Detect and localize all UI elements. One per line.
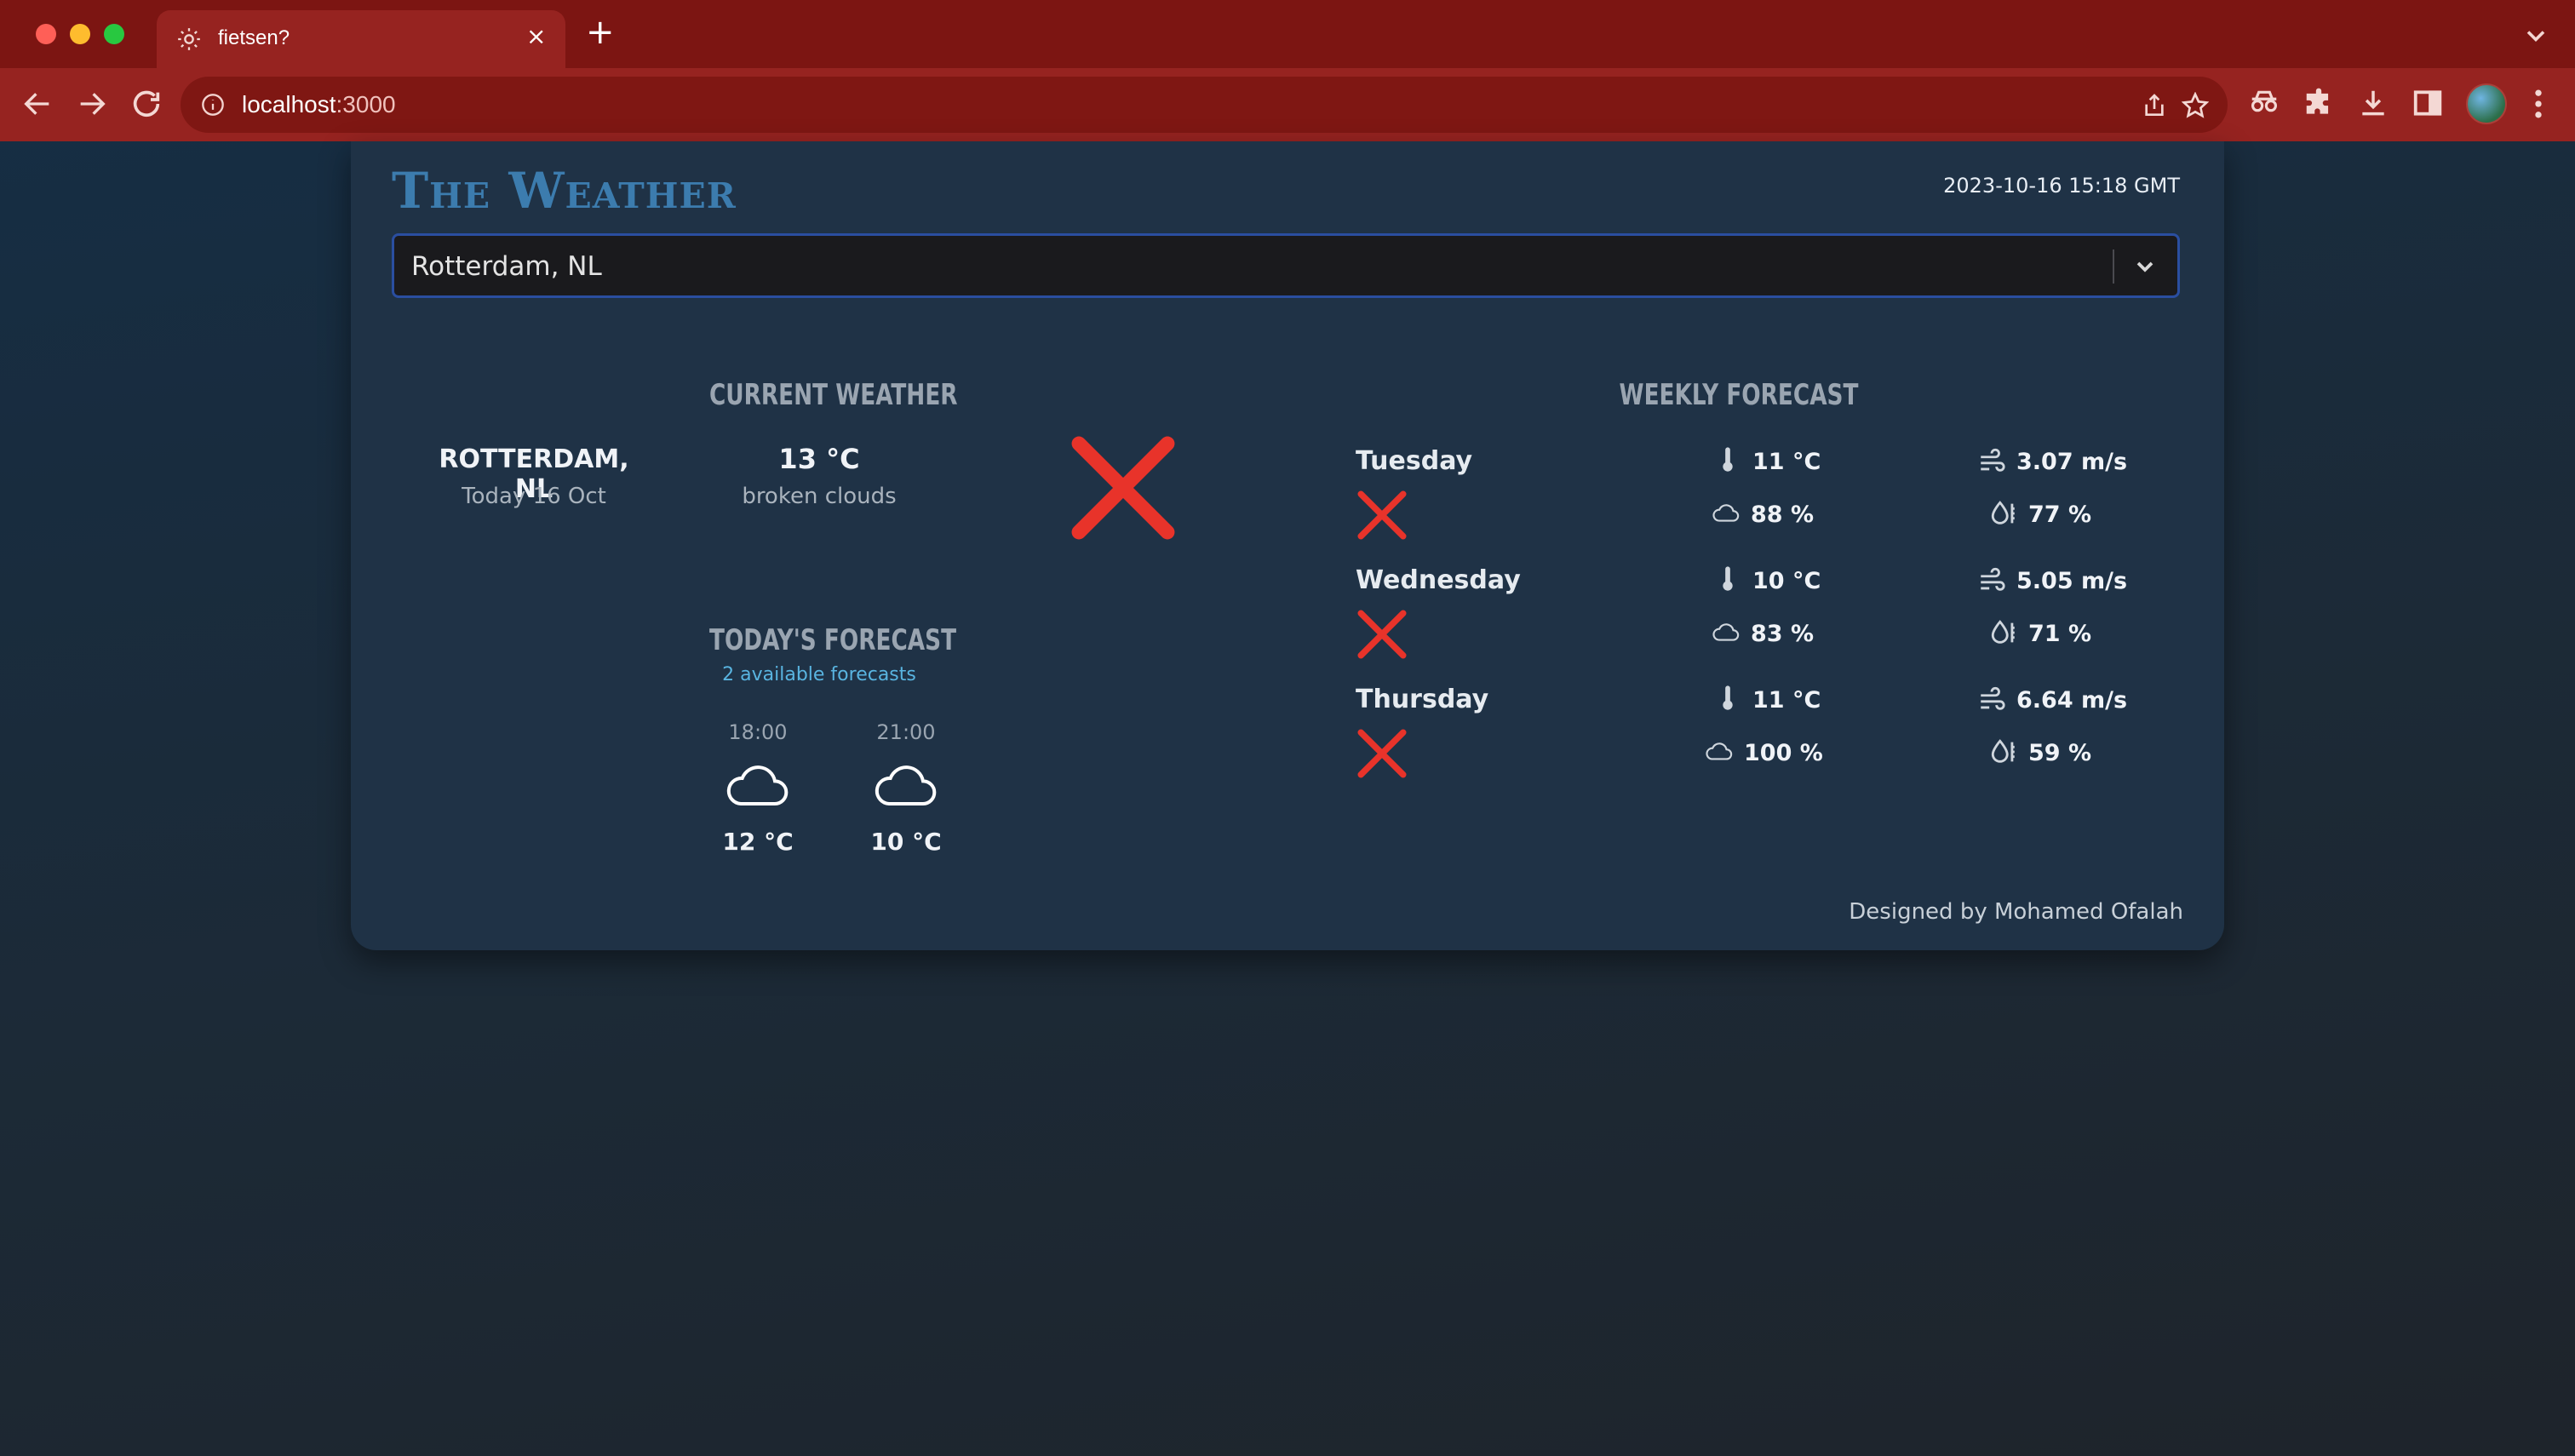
bookmark-star-icon[interactable] bbox=[2182, 92, 2209, 119]
wind-icon bbox=[1981, 567, 2005, 591]
broken-weather-image-icon bbox=[1357, 729, 1407, 778]
incognito-extension-icon[interactable] bbox=[2248, 87, 2280, 119]
forecast-temperature: 11 °C bbox=[1713, 685, 1821, 714]
weekly-forecast-heading: WEEKLY FORECAST bbox=[1619, 378, 1859, 412]
forecast-count-label: 2 available forecasts bbox=[722, 664, 916, 685]
forecast-clouds: 83 % bbox=[1712, 618, 1814, 647]
forecast-humidity: 71 % bbox=[1989, 618, 2091, 647]
wind-icon bbox=[1981, 686, 2005, 710]
location-select-value: Rotterdam, NL bbox=[411, 251, 602, 282]
broken-weather-image-icon bbox=[1357, 490, 1407, 540]
app-title: The Weather bbox=[392, 162, 737, 220]
address-bar[interactable]: localhost:3000 bbox=[181, 77, 2228, 133]
share-icon[interactable] bbox=[2141, 92, 2168, 119]
forecast-day: Wednesday bbox=[1356, 565, 1521, 595]
humidity-drop-icon bbox=[1991, 501, 2015, 525]
cloud-icon bbox=[726, 765, 789, 805]
browser-tab[interactable]: fietsen? × bbox=[157, 10, 565, 68]
extensions-puzzle-icon[interactable] bbox=[2303, 87, 2335, 119]
forecast-wind: 5.05 m/s bbox=[1977, 565, 2127, 594]
cloud-icon bbox=[875, 765, 937, 805]
wind-value: 5.05 m/s bbox=[2016, 568, 2128, 594]
forecast-temperature: 10 °C bbox=[1713, 565, 1821, 594]
temperature-value: 11 °C bbox=[1752, 687, 1821, 714]
site-info-icon[interactable] bbox=[201, 93, 225, 117]
reload-icon[interactable] bbox=[129, 87, 163, 121]
tab-search-chevron-icon[interactable] bbox=[2521, 20, 2551, 51]
clouds-value: 100 % bbox=[1744, 740, 1823, 766]
thermometer-icon bbox=[1723, 566, 1733, 591]
clouds-value: 83 % bbox=[1751, 621, 1815, 647]
cloud-icon bbox=[1712, 504, 1740, 522]
humidity-drop-icon bbox=[1991, 739, 2015, 763]
hourly-temperature: 12 °C bbox=[722, 828, 794, 856]
url-host: localhost bbox=[242, 91, 336, 118]
forecast-day: Tuesday bbox=[1356, 446, 1473, 476]
clouds-value: 88 % bbox=[1751, 502, 1815, 528]
side-panel-icon[interactable] bbox=[2412, 87, 2444, 119]
download-icon[interactable] bbox=[2357, 87, 2389, 119]
hourly-forecast-item: 18:00 12 °C bbox=[690, 720, 826, 856]
forecast-wind: 6.64 m/s bbox=[1977, 685, 2127, 714]
weekly-forecast-row: Thursday 11 °C 6.64 m/s 100 % 59 % bbox=[1356, 685, 2173, 804]
forecast-wind: 3.07 m/s bbox=[1977, 446, 2127, 475]
broken-weather-image-icon bbox=[1071, 436, 1175, 540]
url-port: :3000 bbox=[335, 91, 396, 118]
tab-close-icon[interactable]: × bbox=[526, 22, 546, 50]
new-tab-button[interactable]: + bbox=[586, 15, 615, 49]
hourly-time: 18:00 bbox=[728, 720, 788, 744]
minimize-window-button[interactable] bbox=[70, 24, 90, 44]
profile-avatar[interactable] bbox=[2466, 83, 2507, 124]
humidity-drop-icon bbox=[1991, 620, 2015, 644]
todays-forecast-heading: TODAY'S FORECAST bbox=[709, 623, 957, 657]
hourly-time: 21:00 bbox=[876, 720, 936, 744]
tab-strip: fietsen? × + bbox=[0, 0, 2575, 68]
current-description: broken clouds bbox=[742, 484, 897, 509]
select-divider bbox=[2113, 249, 2114, 284]
cloud-icon bbox=[1706, 742, 1733, 760]
back-arrow-icon[interactable] bbox=[20, 87, 54, 121]
wind-value: 6.64 m/s bbox=[2016, 687, 2128, 714]
weekly-forecast-row: Wednesday 10 °C 5.05 m/s 83 % 71 % bbox=[1356, 565, 2173, 685]
forward-arrow-icon[interactable] bbox=[75, 87, 109, 121]
hourly-temperature: 10 °C bbox=[870, 828, 942, 856]
weather-card: The Weather 2023-10-16 15:18 GMT Rotterd… bbox=[351, 141, 2224, 950]
current-temperature: 13 °C bbox=[778, 443, 860, 475]
timestamp: 2023-10-16 15:18 GMT bbox=[1943, 174, 2180, 198]
humidity-value: 71 % bbox=[2028, 621, 2092, 647]
forecast-humidity: 77 % bbox=[1989, 499, 2091, 528]
hourly-forecast-item: 21:00 10 °C bbox=[838, 720, 974, 856]
browser-chrome: fietsen? × + localhost:3000 bbox=[0, 0, 2575, 141]
temperature-value: 11 °C bbox=[1752, 449, 1821, 475]
location-select[interactable]: Rotterdam, NL bbox=[392, 233, 2180, 298]
tab-title: fietsen? bbox=[218, 26, 290, 49]
humidity-value: 59 % bbox=[2028, 740, 2092, 766]
browser-menu-icon[interactable] bbox=[2526, 85, 2551, 123]
forecast-clouds: 100 % bbox=[1705, 737, 1823, 766]
cloud-icon bbox=[1712, 623, 1740, 641]
browser-toolbar: localhost:3000 bbox=[0, 68, 2575, 141]
maximize-window-button[interactable] bbox=[104, 24, 124, 44]
temperature-value: 10 °C bbox=[1752, 568, 1821, 594]
close-window-button[interactable] bbox=[36, 24, 56, 44]
url-text[interactable]: localhost:3000 bbox=[242, 91, 396, 118]
forecast-clouds: 88 % bbox=[1712, 499, 1814, 528]
thermometer-icon bbox=[1723, 447, 1733, 472]
thermometer-icon bbox=[1723, 685, 1733, 710]
wind-icon bbox=[1981, 448, 2005, 472]
chevron-down-icon[interactable] bbox=[2131, 253, 2159, 280]
forecast-humidity: 59 % bbox=[1989, 737, 2091, 766]
humidity-value: 77 % bbox=[2028, 502, 2092, 528]
footer-credit: Designed by Mohamed Ofalah bbox=[1849, 899, 2183, 925]
broken-weather-image-icon bbox=[1357, 610, 1407, 659]
current-date: Today 16 Oct bbox=[462, 484, 606, 509]
forecast-day: Thursday bbox=[1356, 685, 1489, 714]
forecast-temperature: 11 °C bbox=[1713, 446, 1821, 475]
sun-favicon-icon bbox=[178, 28, 200, 50]
wind-value: 3.07 m/s bbox=[2016, 449, 2128, 475]
weekly-forecast-row: Tuesday 11 °C 3.07 m/s 88 % 77 % bbox=[1356, 446, 2173, 565]
current-weather-heading: CURRENT WEATHER bbox=[709, 378, 958, 412]
